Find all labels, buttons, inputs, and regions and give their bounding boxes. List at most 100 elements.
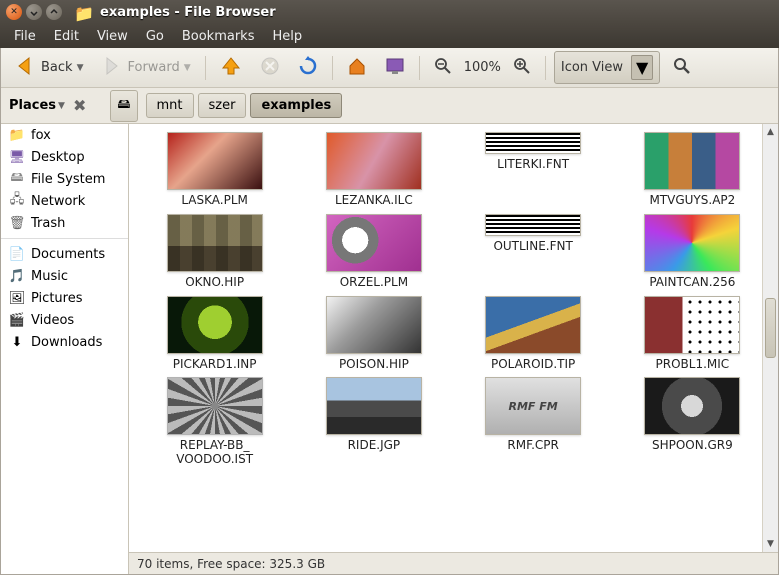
sidebar-item-label: Trash [31, 216, 65, 231]
scrollbar[interactable]: ▲ ▼ [762, 124, 778, 552]
file-thumbnail [644, 214, 740, 272]
sidebar-item-trash[interactable]: 🗑Trash [1, 212, 128, 234]
up-button[interactable] [214, 51, 248, 85]
folder-icon: 📁 [9, 127, 25, 143]
file-item[interactable]: LASKA.PLM [139, 132, 290, 208]
sidebar-item-downloads[interactable]: ⬇Downloads [1, 331, 128, 353]
menu-file[interactable]: File [6, 27, 44, 46]
file-item[interactable]: POISON.HIP [298, 296, 449, 372]
reload-button[interactable] [292, 52, 324, 84]
sidebar-item-label: Documents [31, 247, 105, 262]
sidebar-item-network[interactable]: 🖧Network [1, 190, 128, 212]
file-item[interactable]: LEZANKA.ILC [298, 132, 449, 208]
file-item[interactable]: RIDE.JGP [298, 377, 449, 467]
file-item[interactable]: PROBL1.MIC [617, 296, 768, 372]
drive-crumb[interactable]: 🖴 [110, 90, 137, 122]
crumb-szer[interactable]: szer [198, 93, 247, 118]
chevron-down-icon: ▼ [77, 63, 84, 73]
home-button[interactable] [341, 52, 373, 84]
close-sidebar-icon[interactable]: ✖ [73, 96, 86, 115]
file-grid: LASKA.PLMLEZANKA.ILCLITERKI.FNTMTVGUYS.A… [129, 124, 778, 552]
file-label: RMF.CPR [507, 439, 558, 453]
minimize-button[interactable] [26, 4, 42, 20]
menu-view[interactable]: View [89, 27, 136, 46]
folder-icon: 🖥 [9, 149, 25, 165]
view-mode-combo[interactable]: Icon View ▼ [554, 51, 660, 84]
sidebar-item-pictures[interactable]: 🖼Pictures [1, 287, 128, 309]
computer-button[interactable] [379, 52, 411, 84]
titlebar: ✕ 📁 examples - File Browser [0, 0, 779, 24]
chevron-down-icon: ▼ [631, 55, 653, 80]
sidebar-item-music[interactable]: 🎵Music [1, 265, 128, 287]
file-thumbnail [644, 296, 740, 354]
app-icon: 📁 [74, 4, 90, 20]
file-label: RIDE.JGP [348, 439, 401, 453]
file-thumbnail [644, 377, 740, 435]
crumb-examples[interactable]: examples [250, 93, 342, 118]
file-label: PAINTCAN.256 [649, 276, 735, 290]
sidebar-item-videos[interactable]: 🎬Videos [1, 309, 128, 331]
file-thumbnail [167, 214, 263, 272]
separator [205, 56, 206, 80]
file-item[interactable]: MTVGUYS.AP2 [617, 132, 768, 208]
sidebar-item-file-system[interactable]: 🖴File System [1, 168, 128, 190]
separator [419, 56, 420, 80]
sidebar-item-label: Downloads [31, 335, 102, 350]
location-bar: Places ▼ ✖ 🖴 mntszerexamples [1, 88, 778, 124]
scroll-down-icon[interactable]: ▼ [763, 536, 778, 552]
maximize-button[interactable] [46, 4, 62, 20]
zoom-out-button[interactable] [428, 53, 458, 83]
sidebar-item-label: Music [31, 269, 68, 284]
file-thumbnail [167, 296, 263, 354]
combo-value: Icon View [561, 60, 623, 75]
file-label: PROBL1.MIC [656, 358, 730, 372]
file-item[interactable]: PAINTCAN.256 [617, 214, 768, 290]
file-label: POLAROID.TIP [491, 358, 575, 372]
chevron-down-icon: ▼ [184, 63, 191, 73]
file-item[interactable]: PICKARD1.INP [139, 296, 290, 372]
reload-icon [298, 56, 318, 80]
sidebar-item-label: fox [31, 128, 51, 143]
file-item[interactable]: SHPOON.GR9 [617, 377, 768, 467]
back-button[interactable]: Back ▼ [9, 51, 89, 85]
menu-edit[interactable]: Edit [46, 27, 87, 46]
zoom-out-icon [434, 57, 452, 79]
file-item[interactable]: OUTLINE.FNT [458, 214, 609, 290]
file-thumbnail [326, 214, 422, 272]
sidebar-item-documents[interactable]: 📄 Documents [1, 243, 128, 265]
menu-help[interactable]: Help [264, 27, 310, 46]
drive-icon: 🖴 [117, 95, 130, 117]
crumb-mnt[interactable]: mnt [146, 93, 194, 118]
sidebar-item-fox[interactable]: 📁 fox [1, 124, 128, 146]
back-label: Back [41, 60, 73, 75]
close-button[interactable]: ✕ [6, 4, 22, 20]
forward-label: Forward [127, 60, 179, 75]
file-item[interactable]: RMF FMRMF.CPR [458, 377, 609, 467]
folder-icon: 🎬 [9, 312, 25, 328]
forward-icon [101, 55, 123, 81]
sidebar-item-label: File System [31, 172, 105, 187]
places-header[interactable]: Places ▼ [9, 98, 65, 113]
file-label: SHPOON.GR9 [652, 439, 733, 453]
sidebar-item-desktop[interactable]: 🖥 Desktop [1, 146, 128, 168]
stop-button[interactable] [254, 52, 286, 84]
sidebar-item-label: Desktop [31, 150, 85, 165]
menubar: FileEditViewGoBookmarksHelp [0, 24, 779, 48]
separator [545, 56, 546, 80]
file-item[interactable]: POLAROID.TIP [458, 296, 609, 372]
scroll-up-icon[interactable]: ▲ [763, 124, 778, 140]
chevron-down-icon: ▼ [58, 101, 65, 111]
file-item[interactable]: OKNO.HIP [139, 214, 290, 290]
folder-icon: 📄 [9, 246, 25, 262]
menu-go[interactable]: Go [138, 27, 172, 46]
stop-icon [260, 56, 280, 80]
search-button[interactable] [666, 52, 698, 84]
zoom-in-button[interactable] [507, 53, 537, 83]
file-item[interactable]: LITERKI.FNT [458, 132, 609, 208]
scroll-thumb[interactable] [765, 298, 776, 358]
forward-button[interactable]: Forward ▼ [95, 51, 196, 85]
menu-bookmarks[interactable]: Bookmarks [174, 27, 263, 46]
separator [1, 238, 128, 239]
file-item[interactable]: ORZEL.PLM [298, 214, 449, 290]
file-item[interactable]: REPLAY-BB_ VOODOO.IST [139, 377, 290, 467]
